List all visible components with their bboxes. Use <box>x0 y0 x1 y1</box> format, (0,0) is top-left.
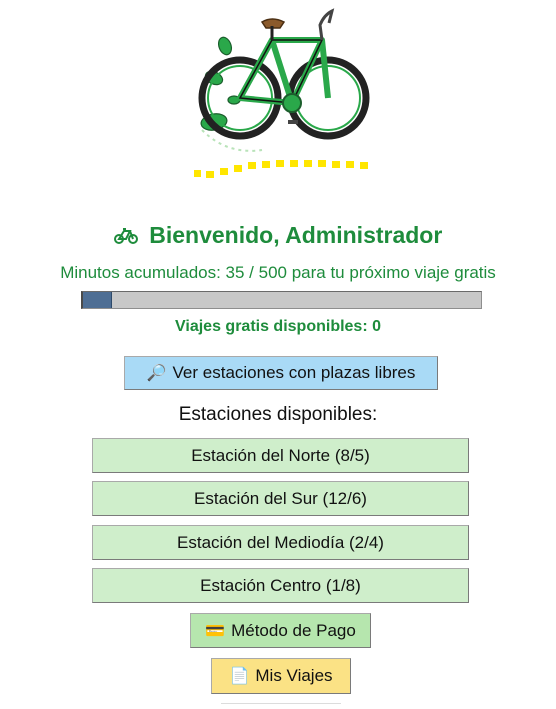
station-button-centro[interactable]: Estación Centro (1/8) <box>92 568 469 603</box>
payment-method-label: Método de Pago <box>231 620 356 640</box>
bottom-divider <box>221 703 341 704</box>
minutes-progress-bar <box>81 291 482 309</box>
document-icon: 📄 <box>229 668 250 685</box>
view-free-stations-button[interactable]: 🔎 Ver estaciones con plazas libres <box>124 356 438 390</box>
magnifier-icon: 🔎 <box>146 365 167 382</box>
station-label: Estación del Mediodía (2/4) <box>177 532 384 552</box>
bicycle-logo <box>192 0 372 180</box>
view-free-stations-label: Ver estaciones con plazas libres <box>172 363 416 382</box>
my-trips-label: Mis Viajes <box>255 666 333 685</box>
bicycle-icon <box>113 226 144 248</box>
station-button-mediodia[interactable]: Estación del Mediodía (2/4) <box>92 525 469 560</box>
welcome-heading: Bienvenido, Administrador <box>0 222 556 249</box>
payment-method-button[interactable]: 💳 Método de Pago <box>190 613 371 648</box>
station-button-norte[interactable]: Estación del Norte (8/5) <box>92 438 469 473</box>
station-label: Estación Centro (1/8) <box>200 575 361 595</box>
bicycle-illustration <box>194 8 370 178</box>
station-button-sur[interactable]: Estación del Sur (12/6) <box>92 481 469 516</box>
free-trips-count: Viajes gratis disponibles: 0 <box>175 318 381 335</box>
progress-fill <box>83 292 112 308</box>
credit-card-icon: 💳 <box>205 622 226 640</box>
stations-heading: Estaciones disponibles: <box>178 404 378 425</box>
my-trips-button[interactable]: 📄 Mis Viajes <box>211 658 351 694</box>
minutes-accumulated-text: Minutos acumulados: 35 / 500 para tu pró… <box>60 263 496 282</box>
welcome-text: Bienvenido, Administrador <box>149 222 443 248</box>
station-label: Estación del Sur (12/6) <box>194 488 367 508</box>
station-label: Estación del Norte (8/5) <box>191 445 370 465</box>
